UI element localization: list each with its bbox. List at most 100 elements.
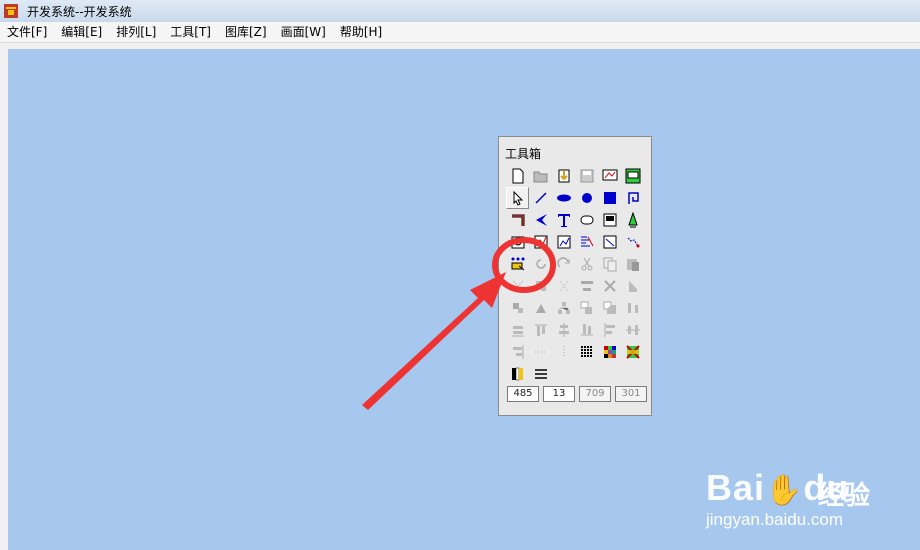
control-object-icon [511,257,524,271]
coord-width: 709 [579,386,611,402]
space-vertical-icon [563,346,564,358]
tool-report[interactable] [598,231,621,253]
tool-control[interactable] [506,253,529,275]
fill-pattern-icon [625,345,640,359]
coordinate-readout: 485 13 709 301 [507,386,647,402]
tool-align-up[interactable] [529,297,552,319]
menu-gallery[interactable]: 图库[Z] [218,22,274,42]
tool-import[interactable] [552,165,575,187]
tool-symbol[interactable] [621,209,644,231]
tool-align-base[interactable] [575,319,598,341]
app-icon [4,4,18,18]
menu-tools[interactable]: 工具[T] [163,22,218,42]
tool-align-left[interactable] [598,319,621,341]
line-style-icon [534,369,547,379]
pipe-icon [511,214,524,226]
tool-ellipse[interactable] [575,187,598,209]
tool-line-style[interactable] [529,363,552,385]
paw-icon: ✋ [765,474,804,507]
menu-help[interactable]: 帮助[H] [333,22,389,42]
tool-space-h[interactable] [529,341,552,363]
tool-text[interactable] [552,209,575,231]
tool-front[interactable] [575,275,598,297]
rotate-left-icon [535,259,546,269]
align-diagonal-icon [512,303,523,313]
tool-bitmap[interactable] [598,209,621,231]
tool-align-bottom[interactable] [506,319,529,341]
tool-xy-plot[interactable] [552,231,575,253]
menu-edit[interactable]: 编辑[E] [54,22,109,42]
arrow-pointer-icon [513,190,523,206]
tool-polyline[interactable] [621,187,644,209]
rounded-button-icon [580,215,593,225]
tool-align-vbars[interactable] [621,297,644,319]
open-folder-icon [533,171,547,183]
tool-combine[interactable] [552,275,575,297]
symbol-icon [627,212,638,228]
menu-file[interactable]: 文件[F] [0,22,54,42]
run-icon [625,168,640,184]
tool-line-color[interactable] [506,363,529,385]
tool-center-v[interactable] [552,319,575,341]
toolbox-panel: 工具箱 485 13 709 301 [498,136,652,416]
tool-rotate-left[interactable] [529,253,552,275]
gauge-icon [511,236,524,249]
tool-ungroup[interactable] [529,275,552,297]
tool-align-top[interactable] [529,319,552,341]
tool-button[interactable] [575,209,598,231]
align-base-icon [580,324,593,336]
tool-gauge[interactable] [506,231,529,253]
scissors-icon [581,257,592,271]
tool-flip[interactable] [621,275,644,297]
tool-pipe[interactable] [506,209,529,231]
tool-open[interactable] [529,165,552,187]
tool-align-corner[interactable] [598,297,621,319]
tool-paste[interactable] [621,253,644,275]
preview-icon [602,169,617,181]
polyline-icon [627,192,639,204]
menu-arrange[interactable]: 排列[L] [109,22,163,42]
text-tool-icon [557,214,570,227]
tool-alarm[interactable] [575,231,598,253]
tool-space-v[interactable] [552,341,575,363]
tool-cut[interactable] [575,253,598,275]
title-bar: 开发系统--开发系统 [0,0,920,22]
tool-back[interactable] [598,275,621,297]
tool-center-h[interactable] [621,319,644,341]
line-icon [534,192,547,204]
tool-rectangle[interactable] [598,187,621,209]
align-bottom-icon [511,326,524,337]
menu-screen[interactable]: 画面[W] [274,22,333,42]
tool-align-stack[interactable] [575,297,598,319]
send-back-icon [603,280,616,292]
tool-trend[interactable] [529,231,552,253]
tool-palette[interactable] [598,341,621,363]
tool-group[interactable] [506,275,529,297]
import-icon [558,169,569,183]
curve-icon [627,237,639,248]
tool-align-right[interactable] [506,341,529,363]
tool-copy[interactable] [598,253,621,275]
tool-arc[interactable] [552,187,575,209]
tool-line[interactable] [529,187,552,209]
tool-align-tree[interactable] [552,297,575,319]
tool-align-diag[interactable] [506,297,529,319]
report-icon [603,235,616,249]
bitmap-icon [603,213,616,227]
tool-fill[interactable] [621,341,644,363]
new-file-icon [512,168,523,184]
tool-new[interactable] [506,165,529,187]
tool-preview[interactable] [598,165,621,187]
tool-grid[interactable] [575,341,598,363]
tool-run[interactable] [621,165,644,187]
center-horizontal-icon [625,325,640,335]
align-up-icon [535,304,546,313]
tool-save[interactable] [575,165,598,187]
tool-redo[interactable] [552,253,575,275]
flip-icon [628,281,637,292]
tool-curve[interactable] [621,231,644,253]
tool-sector[interactable] [529,209,552,231]
grid-icon [580,346,592,357]
alarm-window-icon [580,236,593,247]
tool-select[interactable] [506,187,529,209]
